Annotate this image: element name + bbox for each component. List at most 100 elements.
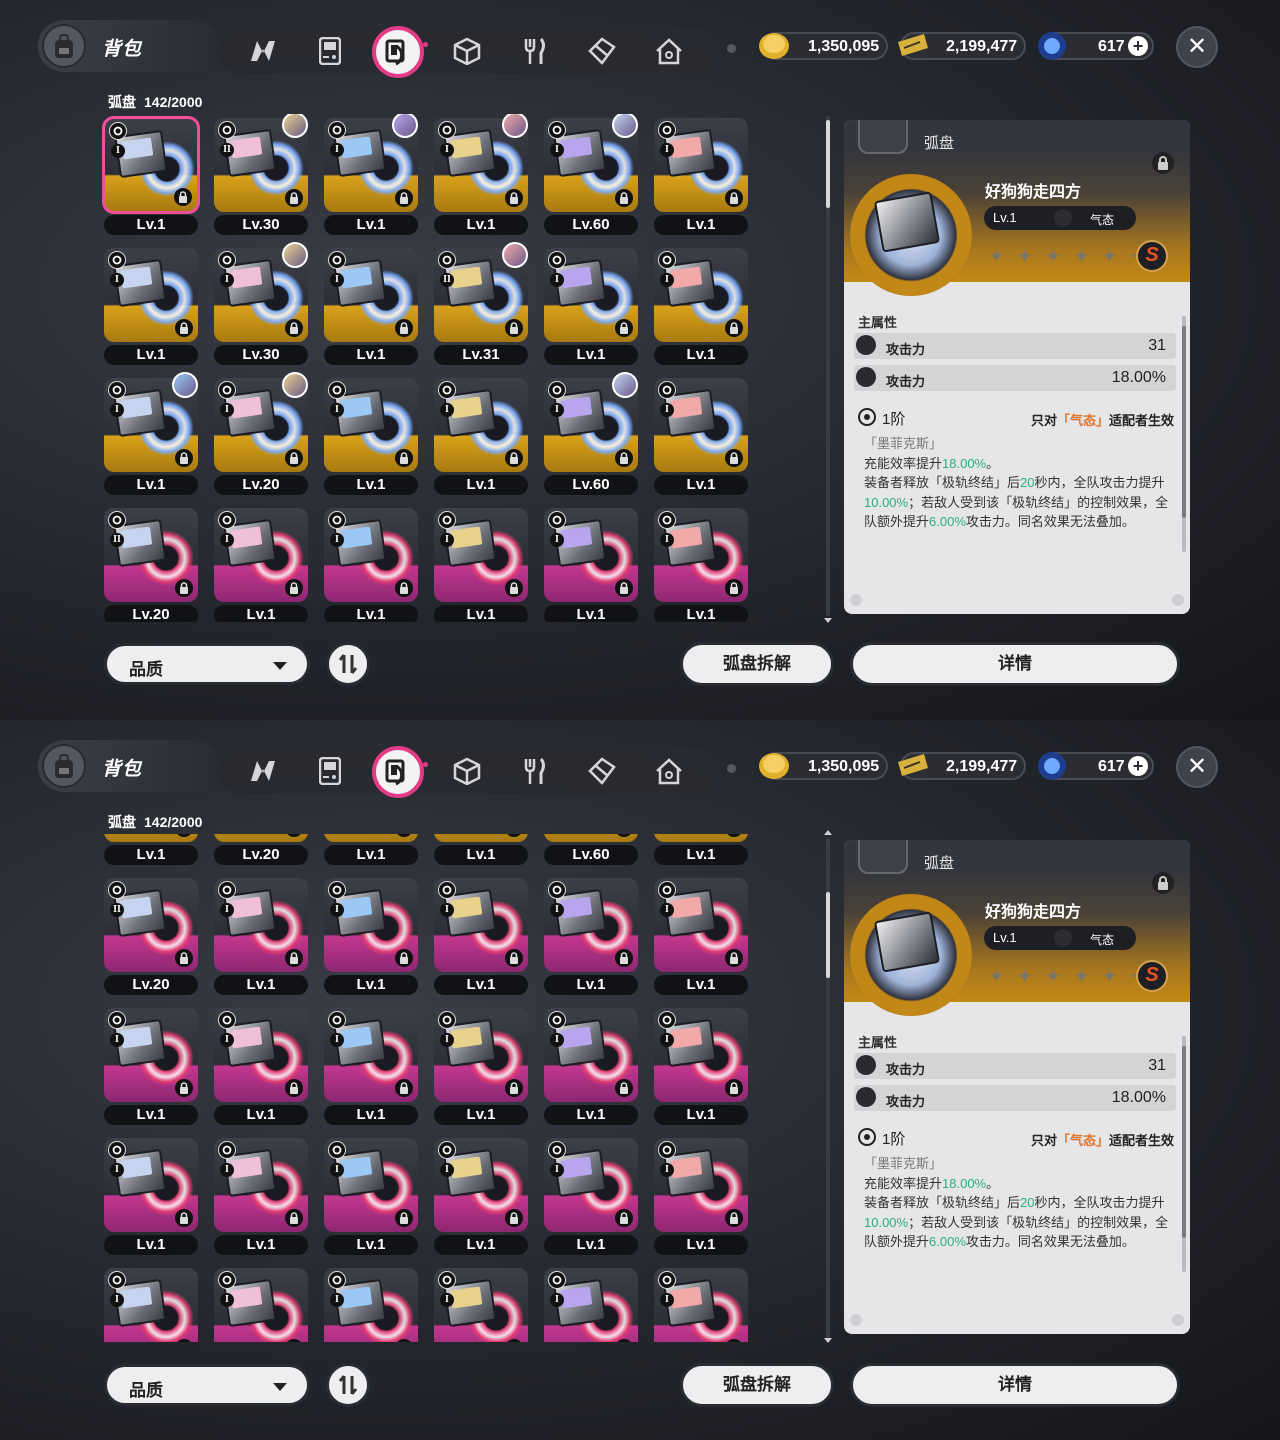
details-button[interactable]: 详情 xyxy=(850,1363,1180,1407)
disc-item[interactable]: I Lv.1 xyxy=(320,874,418,998)
disc-item[interactable]: I Lv.1 xyxy=(210,874,308,998)
grid-scrollbar[interactable] xyxy=(826,838,830,1338)
disc-item[interactable]: I Lv.1 xyxy=(540,1004,638,1128)
house-icon[interactable] xyxy=(652,754,686,788)
disc-item[interactable]: I Lv.1 xyxy=(100,1134,198,1258)
disc-item[interactable]: I Lv.1 xyxy=(100,834,198,868)
scroll-down-arrow[interactable] xyxy=(824,1338,832,1343)
sort-order-button[interactable] xyxy=(326,1363,370,1407)
disc-item[interactable]: I xyxy=(650,1264,748,1342)
disc-item[interactable]: I Lv.1 xyxy=(430,874,528,998)
detail-scrollbar[interactable] xyxy=(1182,316,1186,552)
disc-item[interactable]: I xyxy=(320,1264,418,1342)
disc-item[interactable]: I xyxy=(540,1264,638,1342)
disc-item[interactable]: I Lv.1 xyxy=(320,1004,418,1128)
crystal-icon[interactable] xyxy=(585,754,619,788)
category-tabs xyxy=(218,746,720,798)
fork-knife-icon[interactable] xyxy=(518,754,552,788)
gameboy-icon[interactable] xyxy=(313,34,347,68)
lock-icon[interactable] xyxy=(1152,152,1174,174)
disc-item[interactable]: I Lv.1 xyxy=(430,1134,528,1258)
disc-item[interactable]: I xyxy=(430,1264,528,1342)
disc-item[interactable]: II Lv.31 xyxy=(430,242,528,368)
disc-item[interactable]: I Lv.1 xyxy=(650,874,748,998)
house-icon[interactable] xyxy=(652,34,686,68)
gameboy-icon[interactable] xyxy=(313,754,347,788)
disc-item[interactable]: I Lv.1 xyxy=(320,374,418,498)
disc-item[interactable]: I Lv.1 xyxy=(430,374,528,498)
disc-level-label: Lv.1 xyxy=(104,215,198,235)
disc-item[interactable]: I xyxy=(100,1264,198,1342)
add-crystal-button[interactable]: + xyxy=(1128,36,1148,56)
tab-disc-active[interactable] xyxy=(372,746,428,798)
disc-item[interactable]: I Lv.1 xyxy=(100,114,200,238)
tier-badge: I xyxy=(660,143,674,157)
close-button[interactable]: ✕ xyxy=(1176,746,1218,788)
disc-item[interactable]: I Lv.1 xyxy=(100,372,198,498)
disc-item[interactable]: I Lv.20 xyxy=(210,372,308,498)
disc-item[interactable]: I Lv.30 xyxy=(210,242,308,368)
disc-item[interactable]: I Lv.1 xyxy=(210,1134,308,1258)
disc-item[interactable]: I Lv.1 xyxy=(100,244,198,368)
disc-item[interactable]: I Lv.1 xyxy=(650,834,748,868)
scroll-down-arrow[interactable] xyxy=(824,618,832,623)
scrollbar-thumb[interactable] xyxy=(826,892,830,978)
add-crystal-button[interactable]: + xyxy=(1128,756,1148,776)
disc-item[interactable]: I Lv.1 xyxy=(320,834,418,868)
disc-item[interactable]: I Lv.1 xyxy=(320,504,418,622)
disc-item[interactable]: I xyxy=(210,1264,308,1342)
disc-item[interactable]: I Lv.1 xyxy=(650,374,748,498)
disc-item[interactable]: I Lv.1 xyxy=(430,504,528,622)
n-logo-icon[interactable] xyxy=(246,754,280,788)
disc-item[interactable]: I Lv.1 xyxy=(650,1004,748,1128)
divider-dot xyxy=(727,44,736,53)
box-icon[interactable] xyxy=(450,34,484,68)
quality-filter-dropdown[interactable]: 品质 xyxy=(104,643,310,685)
detail-scrollbar[interactable] xyxy=(1182,1036,1186,1272)
dismantle-button[interactable]: 弧盘拆解 xyxy=(680,642,834,686)
disc-item[interactable]: II Lv.20 xyxy=(100,504,198,622)
lock-icon[interactable] xyxy=(1152,872,1174,894)
disc-card: I xyxy=(324,878,418,972)
tab-disc-active[interactable] xyxy=(372,26,428,78)
dismantle-button[interactable]: 弧盘拆解 xyxy=(680,1363,834,1407)
disc-item[interactable]: I Lv.1 xyxy=(540,874,638,998)
disc-item[interactable]: I Lv.1 xyxy=(210,1004,308,1128)
disc-item[interactable]: I Lv.60 xyxy=(540,114,638,238)
quality-filter-dropdown[interactable]: 品质 xyxy=(104,1364,310,1406)
scrollbar-thumb[interactable] xyxy=(826,120,830,208)
disc-item[interactable]: II Lv.30 xyxy=(210,114,308,238)
disc-item[interactable]: II Lv.20 xyxy=(100,874,198,998)
lock-icon xyxy=(615,949,633,967)
disc-item[interactable]: I Lv.1 xyxy=(320,114,418,238)
disc-item[interactable]: I Lv.1 xyxy=(650,244,748,368)
disc-item[interactable]: I Lv.1 xyxy=(430,114,528,238)
disc-item[interactable]: I Lv.1 xyxy=(650,114,748,238)
n-logo-icon[interactable] xyxy=(246,34,280,68)
disc-item[interactable]: I Lv.1 xyxy=(650,1134,748,1258)
box-icon[interactable] xyxy=(450,754,484,788)
disc-level-label: Lv.1 xyxy=(544,605,638,622)
disc-item[interactable]: I Lv.1 xyxy=(430,1004,528,1128)
sort-order-button[interactable] xyxy=(326,642,370,686)
disc-item[interactable]: I Lv.1 xyxy=(540,504,638,622)
disc-item[interactable]: I Lv.1 xyxy=(320,1134,418,1258)
crystal-icon[interactable] xyxy=(585,34,619,68)
grid-scrollbar[interactable] xyxy=(826,116,830,616)
close-button[interactable]: ✕ xyxy=(1176,26,1218,68)
disc-item[interactable]: I Lv.1 xyxy=(320,244,418,368)
disc-item[interactable]: I Lv.60 xyxy=(540,834,638,868)
disc-item[interactable]: I Lv.1 xyxy=(540,244,638,368)
detail-header: 弧盘 好狗狗走四方 Lv.1 气态 ✦ ✦ ✦ ✦ ✦ ✦ S xyxy=(844,840,1190,1016)
scroll-up-arrow[interactable] xyxy=(824,830,832,835)
disc-item[interactable]: I Lv.1 xyxy=(430,834,528,868)
disc-item[interactable]: I Lv.1 xyxy=(540,1134,638,1258)
details-button[interactable]: 详情 xyxy=(850,642,1180,686)
disc-card: I xyxy=(214,1138,308,1232)
disc-item[interactable]: I Lv.60 xyxy=(540,372,638,498)
disc-item[interactable]: I Lv.20 xyxy=(210,834,308,868)
disc-item[interactable]: I Lv.1 xyxy=(650,504,748,622)
fork-knife-icon[interactable] xyxy=(518,34,552,68)
disc-item[interactable]: I Lv.1 xyxy=(210,504,308,622)
disc-item[interactable]: I Lv.1 xyxy=(100,1004,198,1128)
